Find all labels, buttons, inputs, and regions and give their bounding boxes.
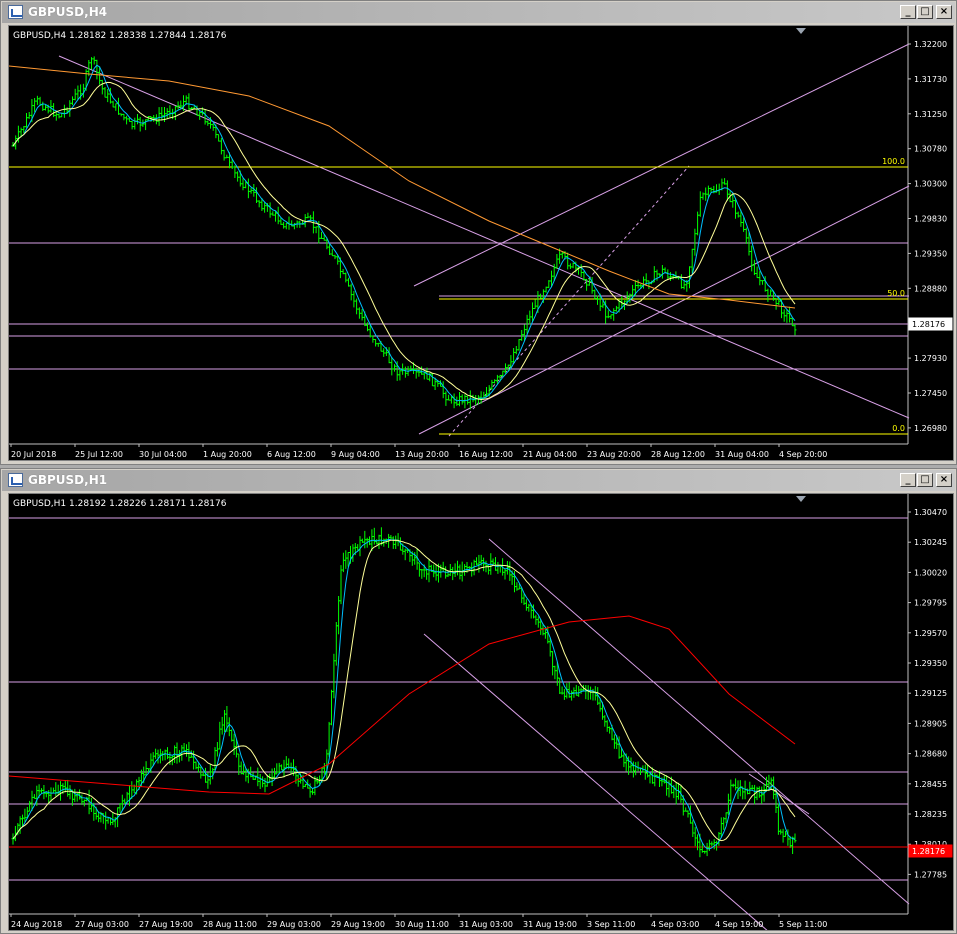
maximize-button[interactable]: □ [917, 5, 933, 19]
price-axis-label: 1.28880 [914, 284, 947, 293]
time-axis-label: 6 Aug 12:00 [267, 450, 316, 459]
time-axis-label: 4 Sep 19:00 [715, 920, 763, 929]
symbol-info-label: GBPUSD,H4 1.28182 1.28338 1.27844 1.2817… [13, 31, 227, 41]
price-axis-label: 1.31730 [914, 75, 947, 84]
fibo-level-label: 50.0 [887, 289, 905, 298]
time-axis-label: 27 Aug 03:00 [75, 920, 129, 929]
chart-area-h1[interactable]: GBPUSD,H1 1.28192 1.28226 1.28171 1.2817… [8, 493, 954, 931]
time-axis-label: 24 Aug 2018 [11, 920, 62, 929]
time-axis-label: 20 Jul 2018 [11, 450, 56, 459]
moving-average-mid [12, 539, 796, 842]
price-axis-label: 1.27450 [914, 389, 947, 398]
time-axis-label: 16 Aug 12:00 [459, 450, 513, 459]
minimize-button[interactable]: _ [900, 473, 916, 487]
title-bar[interactable]: GBPUSD,H1 _ □ × [2, 470, 955, 491]
chart-canvas-h1[interactable]: GBPUSD,H1 1.28192 1.28226 1.28171 1.2817… [9, 494, 954, 931]
time-axis-label: 27 Aug 19:00 [139, 920, 193, 929]
time-axis-label: 28 Aug 12:00 [651, 450, 705, 459]
price-axis-label: 1.28455 [914, 780, 947, 789]
time-axis-label: 3 Sep 11:00 [587, 920, 635, 929]
time-axis-label: 29 Aug 19:00 [331, 920, 385, 929]
close-button[interactable]: × [936, 5, 952, 19]
time-axis-label: 1 Aug 20:00 [203, 450, 252, 459]
price-axis-label: 1.27930 [914, 354, 947, 363]
maximize-button[interactable]: □ [917, 473, 933, 487]
time-axis-label: 4 Sep 20:00 [779, 450, 827, 459]
price-axis-label: 1.28235 [914, 810, 947, 819]
chart-window-h4[interactable]: GBPUSD,H4 _ □ × GBPUSD,H4 1.28182 1.2833… [0, 0, 957, 465]
title-bar[interactable]: GBPUSD,H4 _ □ × [2, 2, 955, 23]
trend-line [488, 538, 910, 905]
price-axis-label: 1.29830 [914, 215, 947, 224]
time-axis-label: 25 Jul 12:00 [75, 450, 123, 459]
chart-window-icon [8, 473, 23, 487]
window-title: GBPUSD,H4 [28, 5, 108, 19]
chart-canvas-h4[interactable]: GBPUSD,H4 1.28182 1.28338 1.27844 1.2817… [9, 26, 954, 461]
price-axis-label: 1.31250 [914, 110, 947, 119]
time-axis-label: 31 Aug 03:00 [459, 920, 513, 929]
price-axis-label: 1.29570 [914, 629, 947, 638]
window-title: GBPUSD,H1 [28, 473, 108, 487]
moving-average-mid [12, 81, 796, 401]
price-axis-label: 1.27785 [914, 870, 947, 879]
minimize-button[interactable]: _ [900, 5, 916, 19]
price-axis-label: 1.30300 [914, 180, 947, 189]
close-button[interactable]: × [936, 473, 952, 487]
price-axis-label: 1.26980 [914, 424, 947, 433]
moving-average-slow [9, 615, 796, 795]
price-axis-label: 1.29350 [914, 249, 947, 258]
price-axis-label: 1.30780 [914, 145, 947, 154]
price-axis-label: 1.32200 [914, 40, 947, 49]
moving-average-fast [12, 538, 796, 850]
chart-shift-marker-icon [796, 496, 806, 502]
time-axis-label: 31 Aug 04:00 [715, 450, 769, 459]
price-axis-label: 1.29795 [914, 599, 947, 608]
time-axis-label: 31 Aug 19:00 [523, 920, 577, 929]
symbol-info-label: GBPUSD,H1 1.28192 1.28226 1.28171 1.2817… [13, 499, 227, 509]
time-axis-label: 13 Aug 20:00 [395, 450, 449, 459]
trend-line [58, 55, 910, 419]
time-axis-label: 28 Aug 11:00 [203, 920, 257, 929]
price-axis-label: 1.29350 [914, 659, 947, 668]
price-axis-label: 1.30020 [914, 568, 947, 577]
moving-average-slow [9, 65, 796, 309]
time-axis-label: 5 Sep 11:00 [779, 920, 827, 929]
chart-area-h4[interactable]: GBPUSD,H4 1.28182 1.28338 1.27844 1.2817… [8, 25, 954, 461]
time-axis-label: 30 Jul 04:00 [139, 450, 187, 459]
chart-window-h1[interactable]: GBPUSD,H1 _ □ × GBPUSD,H1 1.28192 1.2822… [0, 468, 957, 934]
time-axis-label: 9 Aug 04:00 [331, 450, 380, 459]
time-axis-label: 21 Aug 04:00 [523, 450, 577, 459]
time-axis-label: 4 Sep 03:00 [651, 920, 699, 929]
price-axis-label: 1.26500 [914, 459, 947, 461]
fibo-level-label: 100.0 [882, 157, 905, 166]
time-axis-label: 23 Aug 20:00 [587, 450, 641, 459]
price-axis-label: 1.28680 [914, 750, 947, 759]
chart-window-icon [8, 5, 23, 19]
price-axis-label: 1.28905 [914, 719, 947, 728]
time-axis-label: 30 Aug 11:00 [395, 920, 449, 929]
moving-average-fast [12, 64, 796, 402]
chart-shift-marker-icon [796, 28, 806, 34]
current-price-label: 1.28176 [912, 847, 945, 856]
price-axis-label: 1.29125 [914, 689, 947, 698]
trend-line [423, 633, 768, 930]
time-axis-label: 29 Aug 03:00 [267, 920, 321, 929]
price-axis-label: 1.30245 [914, 538, 947, 547]
price-axis-label: 1.30470 [914, 508, 947, 517]
fibo-level-label: 0.0 [892, 424, 905, 433]
trend-line [413, 43, 910, 287]
current-price-label: 1.28176 [912, 320, 945, 329]
